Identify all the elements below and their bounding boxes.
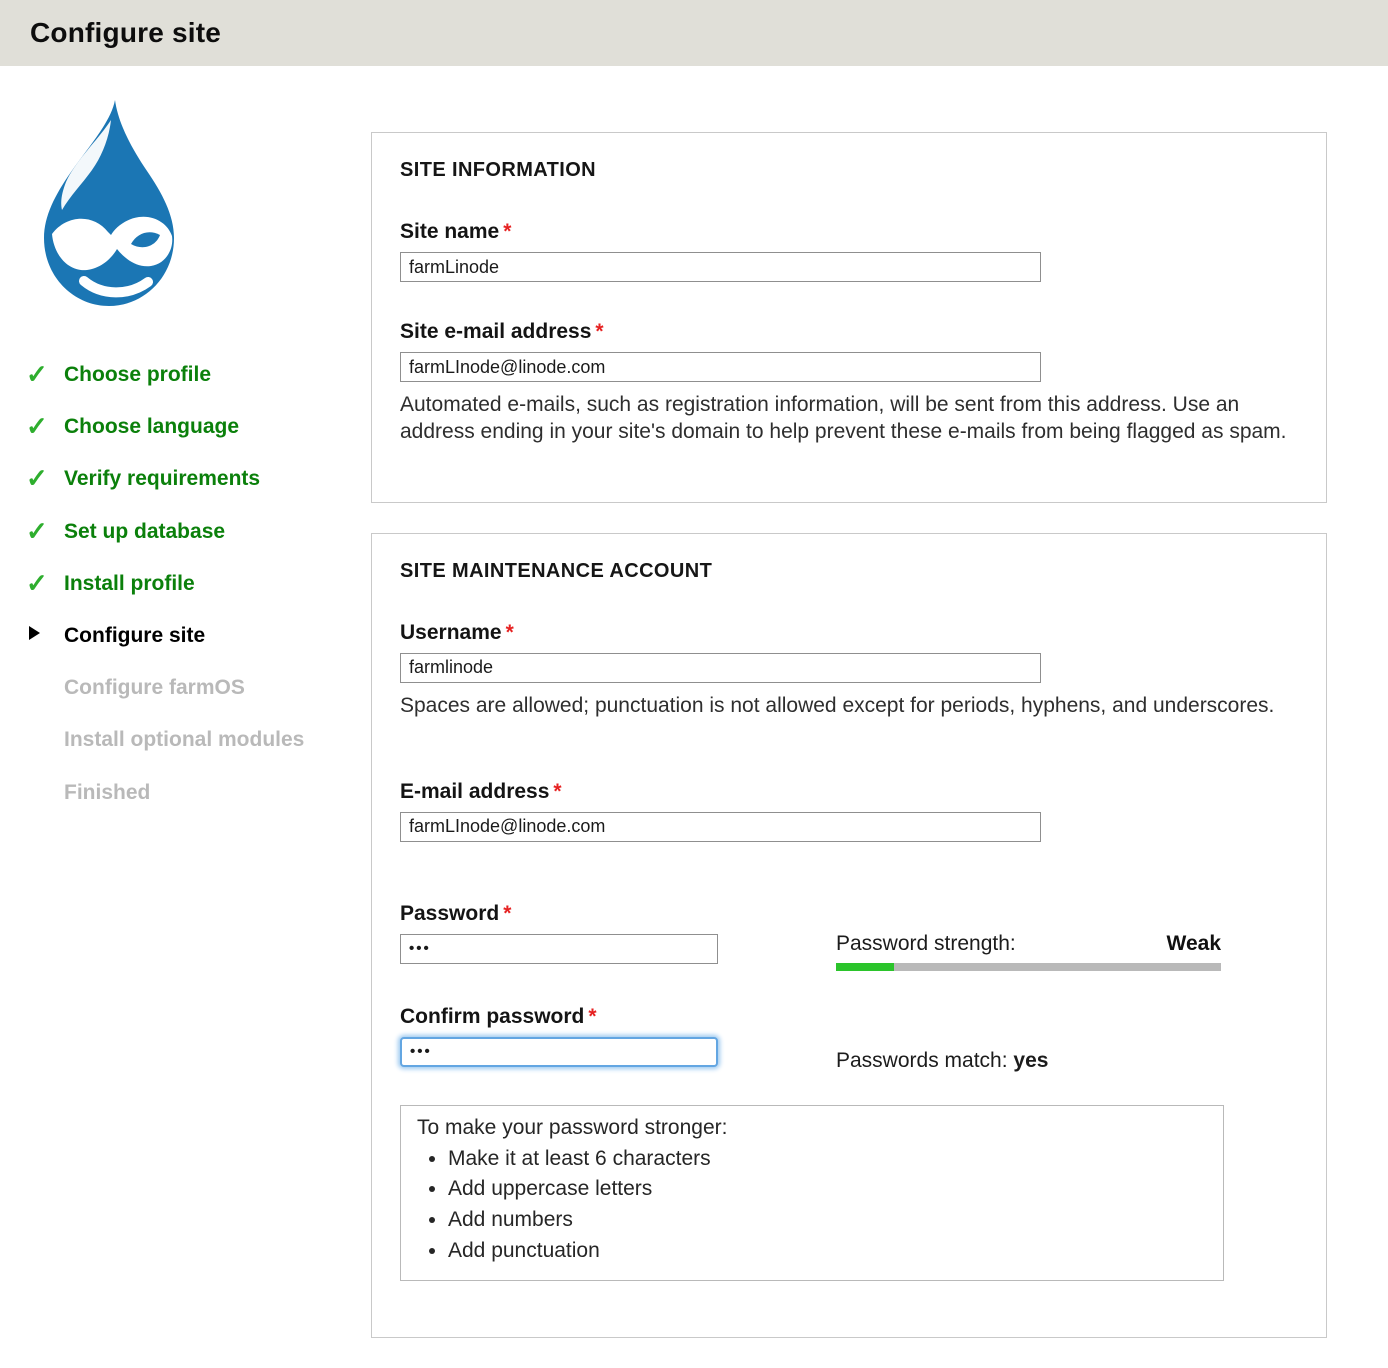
install-sidebar: ✓ Choose profile ✓ Choose language ✓ Ver… (0, 66, 371, 1368)
page-title: Configure site (30, 17, 221, 49)
step-configure-site: Configure site (26, 623, 371, 648)
page-header: Configure site (0, 0, 1388, 66)
check-icon: ✓ (26, 463, 48, 494)
step-install-optional-modules: Install optional modules (26, 727, 371, 752)
step-label: Set up database (64, 520, 225, 543)
step-label: Install optional modules (64, 728, 304, 751)
drupal-drop-icon (22, 96, 194, 312)
step-set-up-database: ✓ Set up database (26, 519, 371, 544)
confirm-password-label: Confirm password* (400, 1005, 745, 1029)
confirm-password-row: Confirm password* Passwords match: yes (400, 1005, 1298, 1073)
site-email-input[interactable] (400, 352, 1041, 382)
username-input[interactable] (400, 653, 1041, 683)
step-choose-language: ✓ Choose language (26, 414, 371, 439)
site-name-input[interactable] (400, 252, 1041, 282)
site-information-legend: SITE INFORMATION (400, 159, 1298, 182)
username-help: Spaces are allowed; punctuation is not a… (400, 693, 1298, 720)
configure-site-form: SITE INFORMATION Site name* Site e-mail … (371, 132, 1327, 1368)
step-label: Choose profile (64, 363, 211, 386)
passwords-match-label: Passwords match: (836, 1049, 1013, 1072)
install-steps: ✓ Choose profile ✓ Choose language ✓ Ver… (26, 362, 371, 805)
check-icon: ✓ (26, 568, 48, 599)
confirm-password-field: Confirm password* (400, 1005, 745, 1067)
password-suggestions: To make your password stronger: Make it … (400, 1105, 1224, 1281)
password-suggestion-item: Add uppercase letters (448, 1176, 1207, 1203)
password-strength-level: Weak (1167, 932, 1221, 956)
step-configure-farmos: Configure farmOS (26, 675, 371, 700)
step-label: Configure farmOS (64, 676, 245, 699)
account-email-field: E-mail address* (400, 780, 1298, 842)
step-choose-profile: ✓ Choose profile (26, 362, 371, 387)
site-maintenance-account-legend: SITE MAINTENANCE ACCOUNT (400, 560, 1298, 583)
site-email-help: Automated e-mails, such as registration … (400, 392, 1298, 446)
password-label: Password* (400, 902, 745, 926)
required-marker: * (503, 902, 511, 925)
username-field: Username* Spaces are allowed; punctuatio… (400, 621, 1298, 720)
site-information-section: SITE INFORMATION Site name* Site e-mail … (371, 132, 1327, 503)
account-email-input[interactable] (400, 812, 1041, 842)
site-name-field: Site name* (400, 220, 1298, 282)
step-label: Finished (64, 781, 150, 804)
step-finished: Finished (26, 780, 371, 805)
password-suggestions-title: To make your password stronger: (417, 1115, 1207, 1142)
password-strength-fill (836, 963, 894, 971)
drupal-logo (22, 96, 194, 312)
step-label: Configure site (64, 624, 205, 647)
password-suggestion-item: Add punctuation (448, 1238, 1207, 1265)
required-marker: * (595, 320, 603, 343)
content: ✓ Choose profile ✓ Choose language ✓ Ver… (0, 66, 1388, 1368)
site-name-label: Site name* (400, 220, 1298, 244)
password-suggestions-list: Make it at least 6 characters Add upperc… (417, 1146, 1207, 1266)
required-marker: * (503, 220, 511, 243)
username-label: Username* (400, 621, 1298, 645)
account-email-label: E-mail address* (400, 780, 1298, 804)
required-marker: * (588, 1005, 596, 1028)
password-strength-label: Password strength: (836, 932, 1016, 956)
site-email-label: Site e-mail address* (400, 320, 1298, 344)
required-marker: * (553, 780, 561, 803)
password-strength-bar (836, 963, 1221, 971)
password-row: Password* Password strength: Weak (400, 902, 1298, 971)
step-label: Install profile (64, 572, 195, 595)
required-marker: * (506, 621, 514, 644)
step-label: Verify requirements (64, 467, 260, 490)
site-email-field: Site e-mail address* Automated e-mails, … (400, 320, 1298, 446)
password-suggestion-item: Make it at least 6 characters (448, 1146, 1207, 1173)
step-label: Choose language (64, 415, 239, 438)
step-verify-requirements: ✓ Verify requirements (26, 466, 371, 491)
passwords-match-value: yes (1013, 1049, 1048, 1072)
password-input[interactable] (400, 934, 718, 964)
step-install-profile: ✓ Install profile (26, 571, 371, 596)
check-icon: ✓ (26, 516, 48, 547)
check-icon: ✓ (26, 411, 48, 442)
site-maintenance-account-section: SITE MAINTENANCE ACCOUNT Username* Space… (371, 533, 1327, 1338)
current-step-arrow-icon (29, 626, 40, 640)
password-strength: Password strength: Weak (836, 932, 1221, 971)
confirm-password-input[interactable] (400, 1037, 718, 1067)
passwords-match: Passwords match: yes (836, 1049, 1221, 1073)
password-suggestion-item: Add numbers (448, 1207, 1207, 1234)
password-strength-row: Password strength: Weak (836, 932, 1221, 956)
check-icon: ✓ (26, 359, 48, 390)
password-field: Password* (400, 902, 745, 964)
